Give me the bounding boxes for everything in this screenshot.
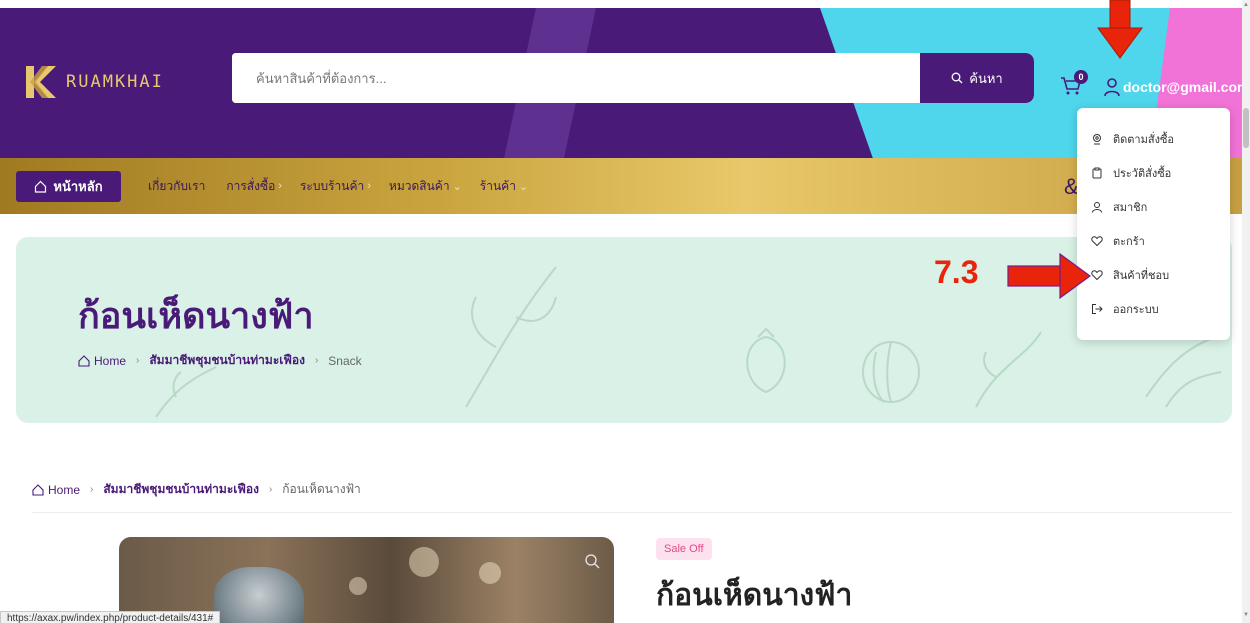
nav-home-label: หน้าหลัก <box>53 179 103 194</box>
user-icon <box>1092 202 1102 213</box>
menu-item-label: สินค้าที่ชอบ <box>1113 270 1170 282</box>
nav-item-label: ระบบร้านค้า <box>299 178 365 193</box>
user-icon <box>1104 78 1120 97</box>
search-input[interactable] <box>232 53 922 103</box>
menu-item-wishlist[interactable]: สินค้าที่ชอบ <box>1091 266 1169 284</box>
page-scrollbar[interactable]: ▲ ▼ <box>1242 0 1250 623</box>
location-pin-icon <box>1093 134 1101 145</box>
site-header: RUAMKHAI ค้นหา 0 doctor@gmail.com <box>0 8 1242 158</box>
breadcrumb-category-link[interactable]: สัมมาชีพชุมชนบ้านท่ามะเฟือง <box>103 480 259 499</box>
product-object <box>214 567 304 623</box>
cart-count-badge: 0 <box>1074 70 1088 84</box>
sale-badge: Sale Off <box>656 538 712 560</box>
chevron-down-icon: ⌄ <box>518 180 529 193</box>
home-icon <box>35 180 47 193</box>
browser-status-url: https://axax.pw/index.php/product-detail… <box>0 611 221 623</box>
hero-breadcrumb: Home › สัมมาชีพชุมชนบ้านท่ามะเฟือง › Sna… <box>78 351 362 370</box>
nav-item-stores[interactable]: ร้านค้า ⌄ <box>480 177 528 196</box>
breadcrumb-category-link[interactable]: สัมมาชีพชุมชนบ้านท่ามะเฟือง <box>149 351 305 370</box>
nav-menu: เกี่ยวกับเรา การสั่งซื้อ › ระบบร้านค้า › ห… <box>148 158 546 214</box>
chevron-right-icon: › <box>367 180 371 192</box>
search-button[interactable]: ค้นหา <box>920 53 1034 103</box>
onion-decoration-icon <box>862 341 920 403</box>
home-icon <box>78 354 90 367</box>
breadcrumb-separator-icon: › <box>268 484 273 495</box>
nav-item-label: หมวดสินค้า <box>388 178 450 193</box>
main-nav: หน้าหลัก เกี่ยวกับเรา การสั่งซื้อ › ระบบร… <box>0 158 1242 214</box>
scroll-up-icon[interactable]: ▲ <box>1243 2 1249 8</box>
breadcrumb-separator-icon: › <box>90 484 94 495</box>
zoom-icon[interactable] <box>584 553 600 569</box>
bokeh-light <box>349 577 367 595</box>
chevron-down-icon: ⌄ <box>452 180 462 193</box>
vegetable-decoration-icon <box>465 266 557 408</box>
annotation-arrow-down-icon <box>1097 0 1143 59</box>
product-breadcrumb: Home › สัมมาชีพชุมชนบ้านท่ามะเฟือง › ก้อ… <box>32 480 361 499</box>
heart-icon <box>1091 236 1103 247</box>
logo-mark-icon <box>22 64 62 100</box>
home-icon <box>32 483 44 496</box>
menu-item-track-order[interactable]: ติดตามสั่งซื้อ <box>1091 130 1174 148</box>
bokeh-light <box>409 547 439 577</box>
breadcrumb-home-link[interactable]: Home <box>94 354 126 368</box>
breadcrumb-separator-icon: › <box>136 355 140 366</box>
search-bar: ค้นหา <box>232 53 1034 103</box>
menu-item-order-history[interactable]: ประวัติสั่งซื้อ <box>1091 164 1171 182</box>
menu-item-label: ประวัติสั่งซื้อ <box>1113 168 1172 180</box>
breadcrumb-current: Snack <box>328 353 362 368</box>
menu-item-cart[interactable]: ตะกร้า <box>1091 232 1145 250</box>
scroll-down-icon[interactable]: ▼ <box>1243 612 1249 618</box>
menu-item-label: ติดตามสั่งซื้อ <box>1113 134 1175 146</box>
breadcrumb-separator-icon: › <box>314 355 319 366</box>
page: RUAMKHAI ค้นหา 0 doctor@gmail.com หน้าหล… <box>0 0 1250 623</box>
clipboard-icon <box>1092 167 1102 179</box>
site-logo[interactable]: RUAMKHAI <box>22 64 164 100</box>
nav-item-categories[interactable]: หมวดสินค้า ⌄ <box>389 177 462 196</box>
product-title: ก้อนเห็ดนางฟ้า <box>656 579 853 612</box>
page-title: ก้อนเห็ดนางฟ้า <box>78 295 314 336</box>
search-button-label: ค้นหา <box>969 70 1003 86</box>
user-email: doctor@gmail.com <box>1123 79 1242 95</box>
cart-button[interactable]: 0 <box>1060 70 1088 98</box>
menu-item-label: ตะกร้า <box>1113 236 1145 248</box>
logout-icon <box>1092 304 1103 314</box>
nav-item-label: การสั่งซื้อ <box>226 178 276 193</box>
nav-item-label: ร้านค้า <box>479 178 516 193</box>
menu-item-label: ออกระบบ <box>1113 304 1159 316</box>
logo-text: RUAMKHAI <box>66 72 164 92</box>
nav-home-button[interactable]: หน้าหลัก <box>16 171 121 202</box>
user-dropdown-menu: ติดตามสั่งซื้อ ประวัติสั่งซื้อ สมาชิก ตะ… <box>1077 108 1230 340</box>
menu-item-logout[interactable]: ออกระบบ <box>1091 300 1159 318</box>
breadcrumb-current: ก้อนเห็ดนางฟ้า <box>282 482 361 496</box>
nav-item-about[interactable]: เกี่ยวกับเรา <box>148 177 208 196</box>
search-icon <box>951 72 963 84</box>
annotation-arrow-right-icon <box>1007 252 1092 300</box>
chevron-right-icon: › <box>278 180 282 192</box>
menu-item-member[interactable]: สมาชิก <box>1091 198 1147 216</box>
strawberry-decoration-icon <box>746 327 786 394</box>
bokeh-light <box>479 562 501 584</box>
leaf-decoration-icon <box>975 331 1042 408</box>
menu-item-label: สมาชิก <box>1113 202 1148 214</box>
nav-item-ordering[interactable]: การสั่งซื้อ › <box>226 177 282 196</box>
scrollbar-thumb[interactable] <box>1243 108 1249 148</box>
nav-item-shop-system[interactable]: ระบบร้านค้า › <box>300 177 371 196</box>
breadcrumb-home-link[interactable]: Home <box>48 483 80 497</box>
heart-icon <box>1091 270 1103 281</box>
user-menu-button[interactable]: doctor@gmail.com <box>1103 77 1242 97</box>
divider <box>32 512 1232 513</box>
nav-item-label: เกี่ยวกับเรา <box>148 178 206 193</box>
annotation-step-label: 7.3 <box>934 254 979 290</box>
